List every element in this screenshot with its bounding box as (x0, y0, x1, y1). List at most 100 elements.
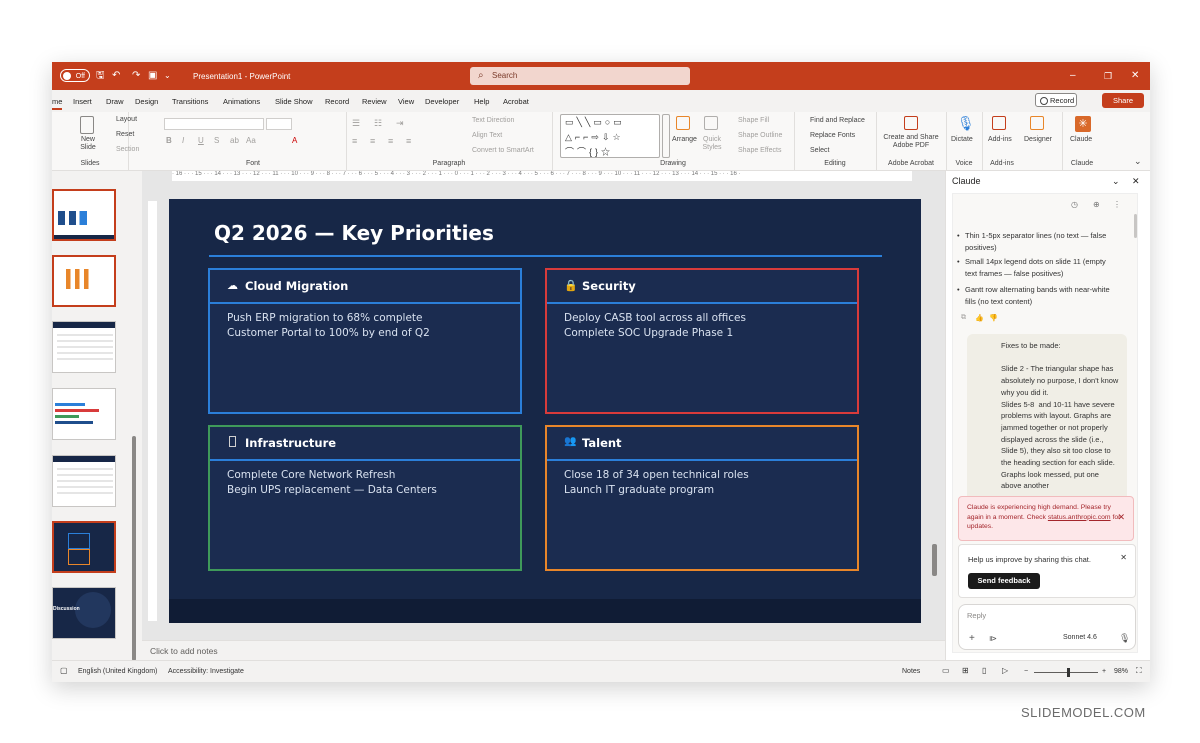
align-center-icon[interactable]: ≡ (370, 136, 375, 146)
close-icon[interactable]: ✕ (1131, 69, 1139, 83)
minimize-icon[interactable]: – (1070, 69, 1076, 83)
redo-icon[interactable]: ↷ (132, 69, 140, 83)
reset-button[interactable]: Reset (104, 131, 134, 138)
priority-card-talent[interactable]: 👥 Talent Close 18 of 34 open technical r… (545, 425, 859, 571)
chat-scrollbar[interactable] (1134, 214, 1137, 238)
tab-insert[interactable]: Insert (73, 97, 92, 106)
microphone-icon[interactable]: 🎙 (957, 115, 975, 132)
create-share-pdf-button[interactable]: Create and Share Adobe PDF (882, 134, 940, 150)
tab-record[interactable]: Record (325, 97, 349, 106)
italic-icon[interactable]: I (182, 136, 184, 145)
tab-acrobat[interactable]: Acrobat (503, 97, 529, 106)
fit-slide-icon[interactable]: ⛶ (1136, 666, 1142, 676)
shape-fill-button[interactable]: Shape Fill (728, 117, 769, 124)
language-status[interactable]: English (United Kingdom) (78, 668, 157, 675)
zoom-level[interactable]: 98% (1114, 668, 1128, 675)
font-size-select[interactable] (266, 118, 292, 130)
priority-card-security[interactable]: 🔒 Security Deploy CASB tool across all o… (545, 268, 859, 414)
slide-thumbnail[interactable] (52, 321, 116, 373)
tab-help[interactable]: Help (474, 97, 489, 106)
layout-button[interactable]: Layout (104, 116, 137, 123)
align-right-icon[interactable]: ≡ (388, 136, 393, 146)
search-input[interactable]: ⌕ Search (470, 67, 690, 85)
bullets-icon[interactable]: ☰ (352, 118, 360, 129)
new-chat-icon[interactable]: ⊕ (1093, 200, 1100, 209)
change-case-icon[interactable]: Aa (246, 136, 256, 145)
char-spacing-icon[interactable]: ab (230, 136, 239, 145)
tab-review[interactable]: Review (362, 97, 387, 106)
tab-transitions[interactable]: Transitions (172, 97, 208, 106)
tools-icon[interactable]: ⧐ (989, 634, 997, 643)
designer-button[interactable]: Designer (1024, 136, 1052, 143)
tab-design[interactable]: Design (135, 97, 158, 106)
new-slide-icon[interactable] (80, 116, 94, 134)
convert-smartart-button[interactable]: Convert to SmartArt (462, 147, 534, 154)
slide-thumbnail[interactable] (52, 189, 116, 241)
justify-icon[interactable]: ≡ (406, 136, 411, 146)
plus-icon[interactable]: + (969, 633, 975, 644)
shape-effects-button[interactable]: Shape Effects (728, 147, 781, 154)
zoom-out-icon[interactable]: − (1024, 668, 1028, 675)
slide-thumbnail[interactable]: Discussion (52, 587, 116, 639)
strikethrough-icon[interactable]: S (214, 136, 219, 145)
arrange-icon[interactable] (676, 116, 690, 130)
tab-slide-show[interactable]: Slide Show (275, 97, 313, 106)
pane-close-icon[interactable]: ✕ (1132, 171, 1140, 191)
reading-view-icon[interactable]: ▯ (982, 666, 986, 675)
tab-developer[interactable]: Developer (425, 97, 459, 106)
arrange-button[interactable]: Arrange (672, 136, 697, 143)
save-icon[interactable]: 🖫 (96, 69, 105, 83)
shape-outline-button[interactable]: Shape Outline (728, 132, 782, 139)
indent-icon[interactable]: ⇥ (396, 118, 404, 129)
slideshow-view-icon[interactable]: ▷ (1002, 666, 1008, 675)
autosave-toggle[interactable]: Off (60, 69, 90, 82)
align-text-button[interactable]: Align Text (462, 132, 502, 139)
font-family-select[interactable] (164, 118, 264, 130)
section-button[interactable]: Section (104, 146, 139, 153)
claude-icon[interactable]: ✳ (1075, 116, 1091, 132)
replace-fonts-button[interactable]: Replace Fonts (800, 132, 855, 139)
copy-icon[interactable]: ⧉ (961, 314, 966, 322)
pane-options-icon[interactable]: ⌄ (1112, 171, 1120, 191)
designer-icon[interactable] (1030, 116, 1044, 130)
priority-card-infrastructure[interactable]: Infrastructure Complete Core Network Ref… (208, 425, 522, 571)
slide-thumbnail[interactable] (52, 521, 116, 573)
tab-home[interactable]: me (52, 97, 63, 110)
more-options-icon[interactable]: ⋮ (1113, 200, 1121, 209)
shapes-gallery-more-icon[interactable] (662, 114, 670, 158)
thumbs-down-icon[interactable]: 👎 (989, 314, 998, 322)
dictate-button[interactable]: Dictate (951, 136, 973, 143)
slide-thumbnail[interactable] (52, 388, 116, 440)
numbering-icon[interactable]: ☷ (374, 118, 382, 129)
normal-view-icon[interactable]: ▭ (942, 666, 950, 675)
model-selector[interactable]: Sonnet 4.6 (1063, 634, 1097, 641)
dismiss-feedback-icon[interactable]: ✕ (1120, 553, 1127, 562)
tab-view[interactable]: View (398, 97, 414, 106)
customize-toolbar-icon[interactable]: ⌄ (164, 69, 171, 83)
undo-icon[interactable]: ↶ (112, 69, 120, 83)
thumbs-up-icon[interactable]: 👍 (975, 314, 984, 322)
claude-button[interactable]: Claude (1070, 136, 1092, 143)
editor-scrollbar[interactable] (932, 544, 937, 576)
record-button[interactable]: Record (1035, 93, 1077, 107)
addins-button[interactable]: Add-ins (988, 136, 1012, 143)
notes-toggle[interactable]: Notes (892, 668, 920, 675)
font-color-icon[interactable]: A (292, 136, 297, 145)
slide-title[interactable]: Q2 2026 — Key Priorities (214, 221, 494, 245)
notes-pane[interactable]: Click to add notes (142, 640, 945, 660)
collapse-ribbon-icon[interactable]: ⌄ (1134, 156, 1142, 167)
present-icon[interactable]: ▣ (148, 69, 157, 83)
underline-icon[interactable]: U (198, 136, 204, 145)
slide-thumbnail[interactable] (52, 455, 116, 507)
dismiss-error-icon[interactable]: ✕ (1117, 512, 1125, 523)
maximize-icon[interactable]: ❐ (1104, 69, 1112, 83)
shapes-gallery[interactable]: ▭╲╲▭○▭ △⌐⌐⇨⇩☆ ⌒⌒{}☆ (560, 114, 660, 158)
send-feedback-button[interactable]: Send feedback (968, 573, 1040, 589)
share-button[interactable]: Share (1102, 93, 1144, 108)
thumbnails-scrollbar[interactable] (132, 436, 136, 661)
reply-input[interactable]: Reply + ⧐ Sonnet 4.6 🎙 (958, 604, 1136, 650)
history-icon[interactable]: ◷ (1071, 200, 1078, 209)
text-direction-button[interactable]: Text Direction (462, 117, 514, 124)
zoom-in-icon[interactable]: + (1102, 668, 1106, 675)
bold-icon[interactable]: B (166, 136, 172, 145)
